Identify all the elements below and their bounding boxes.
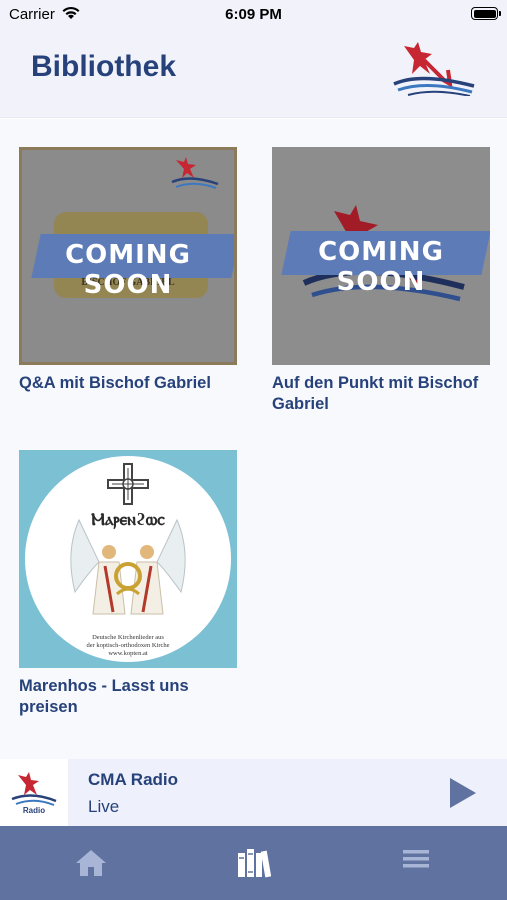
coptic-cross-icon bbox=[107, 463, 149, 505]
cover-caption-line: der koptisch-orthodoxen Kirche bbox=[86, 642, 170, 649]
cover-caption: Deutsche Kirchenlieder aus der koptisch-… bbox=[19, 634, 237, 658]
menu-icon[interactable] bbox=[403, 848, 429, 870]
play-icon[interactable] bbox=[448, 777, 478, 809]
coming-soon-label: COMING SOON bbox=[65, 240, 191, 300]
item-title[interactable]: Q&A mit Bischof Gabriel bbox=[19, 373, 237, 394]
library-item[interactable]: Ⲙⲁⲣⲉⲛϩⲱⲥ Deutsche Kirchenlieder aus der … bbox=[19, 450, 237, 718]
clock: 6:09 PM bbox=[225, 6, 282, 23]
anchor-cross-logo-small bbox=[171, 157, 219, 189]
anchor-cross-logo-small bbox=[11, 772, 57, 806]
angels-illustration bbox=[70, 518, 186, 615]
cover-image[interactable]: COMING SOON bbox=[272, 147, 490, 365]
library-item[interactable]: BISCHOF GABRIEL COMING SOON Q&A mit Bisc… bbox=[19, 147, 237, 394]
item-title[interactable]: Auf den Punkt mit Bischof Gabriel bbox=[272, 373, 490, 415]
station-name: CMA Radio bbox=[88, 770, 179, 789]
cover-caption-line: Deutsche Kirchenlieder aus bbox=[92, 634, 164, 641]
station-artwork: Radio bbox=[0, 759, 68, 826]
playback-state: Live bbox=[88, 797, 120, 816]
nav-header: Bibliothek bbox=[0, 30, 507, 118]
page-title: Bibliothek bbox=[31, 50, 177, 83]
battery-full-icon bbox=[471, 7, 501, 20]
mini-player[interactable]: Radio CMA Radio Live bbox=[0, 759, 507, 826]
cover-image[interactable]: BISCHOF GABRIEL COMING SOON bbox=[19, 147, 237, 365]
item-title[interactable]: Marenhos - Lasst uns preisen bbox=[19, 676, 237, 718]
coming-soon-label: COMING SOON bbox=[318, 237, 444, 297]
artwork-label: Radio bbox=[22, 806, 46, 815]
library-grid: BISCHOF GABRIEL COMING SOON Q&A mit Bisc… bbox=[0, 119, 507, 759]
anchor-cross-logo bbox=[393, 42, 475, 96]
cover-caption-line: www.kopten.at bbox=[108, 650, 148, 657]
status-bar: Carrier 6:09 PM bbox=[0, 0, 507, 30]
library-icon[interactable] bbox=[237, 848, 271, 878]
cover-image[interactable]: Ⲙⲁⲣⲉⲛϩⲱⲥ Deutsche Kirchenlieder aus der … bbox=[19, 450, 237, 668]
home-icon[interactable] bbox=[74, 848, 108, 878]
library-item[interactable]: COMING SOON Auf den Punkt mit Bischof Ga… bbox=[272, 147, 490, 415]
tab-bar bbox=[0, 826, 507, 900]
